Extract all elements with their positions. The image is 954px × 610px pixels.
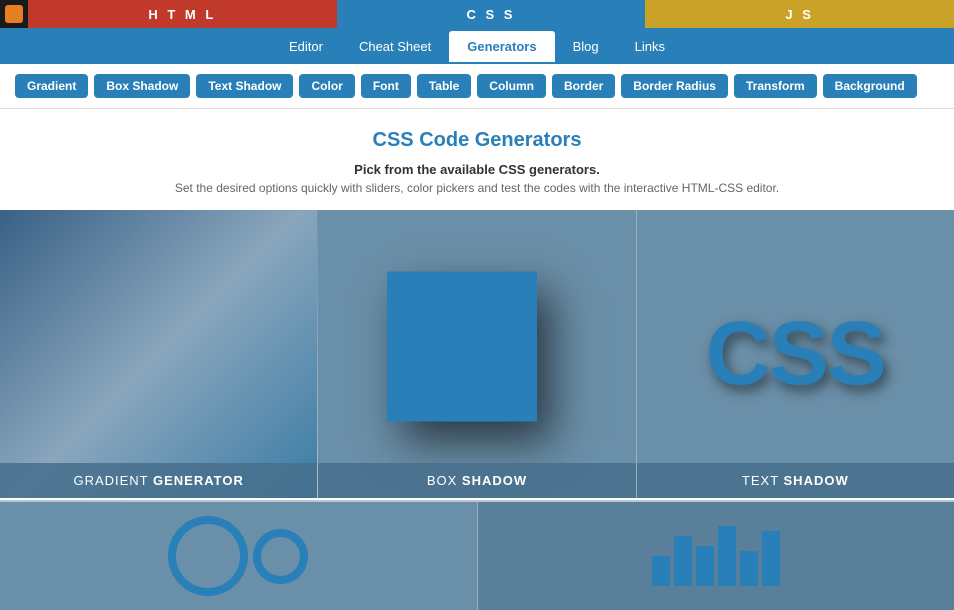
nav-generators[interactable]: Generators [449,31,554,62]
circle-demo-small [253,529,308,584]
logo-icon [5,5,23,23]
page-heading: CSS Code Generators Pick from the availa… [0,109,954,210]
html-section[interactable]: H T M L [28,0,337,28]
card-textshadow-label: TEXT SHADOW [637,463,954,498]
btn-gradient[interactable]: Gradient [15,74,88,98]
btn-table[interactable]: Table [417,74,471,98]
heading-light-desc: Set the desired options quickly with sli… [20,181,934,195]
nav-bar: Editor Cheat Sheet Generators Blog Links [0,28,954,64]
circle-demo [168,516,248,596]
html-label: H T M L [148,7,216,22]
nav-editor[interactable]: Editor [271,31,341,62]
page-title: CSS Code Generators [20,129,934,152]
textshadow-label-light: TEXT [742,473,784,488]
top-bar: H T M L C S S J S [0,0,954,28]
btn-color[interactable]: Color [299,74,354,98]
column-demo [652,526,780,586]
nav-blog[interactable]: Blog [555,31,617,62]
card-boxshadow-label: BOX SHADOW [318,463,635,498]
textshadow-label-bold: SHADOW [784,473,849,488]
text-shadow-demo: CSS [706,303,885,406]
cards-section: GRADIENT GENERATOR BOX SHADOW CSS TEXT S… [0,210,954,610]
boxshadow-label-light: BOX [427,473,462,488]
nav-links[interactable]: Links [617,31,683,62]
col-bar-3 [696,546,714,586]
btn-transform[interactable]: Transform [734,74,817,98]
btn-border[interactable]: Border [552,74,615,98]
cards-row-2 [0,500,954,610]
boxshadow-label-bold: SHADOW [462,473,527,488]
logo [0,0,28,28]
btn-text-shadow[interactable]: Text Shadow [196,74,293,98]
js-section[interactable]: J S [645,0,954,28]
col-bar-6 [762,531,780,586]
col-bar-4 [718,526,736,586]
card-row2-left[interactable] [0,502,478,610]
btn-column[interactable]: Column [477,74,546,98]
box-shadow-demo [387,272,537,422]
card-gradient[interactable]: GRADIENT GENERATOR [0,210,318,498]
col-bar-1 [652,556,670,586]
card-boxshadow[interactable]: BOX SHADOW [318,210,636,498]
heading-bold-desc: Pick from the available CSS generators. [20,162,934,177]
js-label: J S [785,7,814,22]
btn-box-shadow[interactable]: Box Shadow [94,74,190,98]
gradient-label-light: GRADIENT [73,473,153,488]
col-bar-2 [674,536,692,586]
btn-border-radius[interactable]: Border Radius [621,74,728,98]
gradient-label-bold: GENERATOR [153,473,244,488]
card-gradient-label: GRADIENT GENERATOR [0,463,317,498]
css-section[interactable]: C S S [337,0,646,28]
btn-background[interactable]: Background [823,74,917,98]
nav-cheat-sheet[interactable]: Cheat Sheet [341,31,449,62]
card-textshadow[interactable]: CSS TEXT SHADOW [637,210,954,498]
btn-font[interactable]: Font [361,74,411,98]
cards-row-1: GRADIENT GENERATOR BOX SHADOW CSS TEXT S… [0,210,954,500]
toolbar: Gradient Box Shadow Text Shadow Color Fo… [0,64,954,109]
col-bar-5 [740,551,758,586]
card-row2-right[interactable] [478,502,954,610]
css-label: C S S [467,7,516,22]
